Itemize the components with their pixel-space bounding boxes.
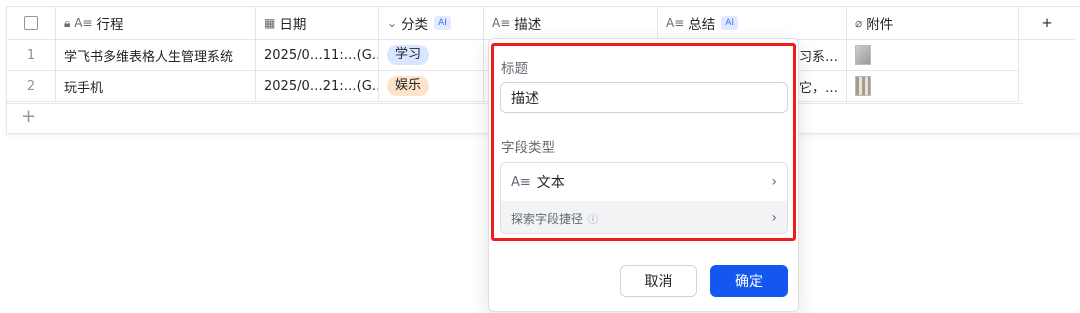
lock-text-icon: 🔒︎ A≡ [64, 15, 93, 30]
ai-badge: AI [434, 16, 451, 30]
table-header: 🔒︎ A≡ 行程 ▦ 日期 ⌄ 分类 AI A≡ 描述 A≡ 总结 AI ⌀ 附… [7, 7, 1075, 40]
confirm-button[interactable]: 确定 [710, 265, 788, 297]
attachment-cell[interactable] [847, 71, 1019, 102]
text-icon: A≡ [511, 174, 531, 190]
field-type-select[interactable]: A≡ 文本 › [501, 163, 787, 201]
row-index: 2 [7, 71, 56, 102]
field-title-input[interactable]: 描述 [500, 82, 788, 113]
column-header-attachment[interactable]: ⌀ 附件 [847, 7, 1019, 40]
chevron-right-icon: › [771, 210, 777, 226]
text-icon: A≡ [492, 16, 511, 30]
column-label: 总结 [688, 17, 716, 33]
ai-badge: AI [721, 16, 739, 30]
field-type-value: 文本 [536, 175, 565, 191]
category-cell[interactable]: 娱乐 [379, 71, 484, 102]
add-column-button[interactable]: + [1019, 7, 1075, 40]
column-header-summary[interactable]: A≡ 总结 AI [658, 7, 847, 40]
field-type-label: 字段类型 [501, 140, 555, 156]
field-type-box: A≡ 文本 › 探索字段捷径 ⓘ › [500, 162, 788, 234]
date-cell[interactable]: 2025/0…11:…(G… [256, 40, 379, 71]
row-index: 1 [7, 40, 56, 71]
chevron-right-icon: › [771, 174, 777, 190]
title-label: 标题 [501, 61, 528, 77]
cancel-button[interactable]: 取消 [620, 265, 697, 297]
itinerary-cell[interactable]: 学飞书多维表格人生管理系统 [56, 40, 256, 71]
column-label: 日期 [279, 17, 307, 33]
text-icon: A≡ [666, 16, 685, 30]
select-all-checkbox[interactable] [24, 16, 38, 30]
empty-cell [1019, 40, 1075, 71]
paperclip-icon: ⌀ [855, 16, 863, 30]
column-label: 行程 [96, 17, 124, 33]
date-cell[interactable]: 2025/0…21:…(G… [256, 71, 379, 102]
select-all-cell[interactable] [7, 7, 56, 40]
itinerary-cell[interactable]: 玩手机 [56, 71, 256, 102]
column-label: 分类 [401, 17, 429, 33]
category-tag: 娱乐 [387, 76, 430, 96]
summary-text: 习系… [798, 49, 838, 65]
plus-icon: + [21, 106, 37, 127]
column-header-itinerary[interactable]: 🔒︎ A≡ 行程 [56, 7, 256, 40]
calendar-icon: ▦ [264, 16, 276, 30]
category-tag: 学习 [387, 45, 430, 65]
explore-label: 探索字段捷径 [511, 211, 584, 226]
column-label: 描述 [514, 17, 542, 33]
plus-icon: + [1041, 15, 1053, 31]
column-header-description[interactable]: A≡ 描述 [484, 7, 658, 40]
info-icon[interactable]: ⓘ [588, 211, 598, 226]
column-label: 附件 [866, 17, 894, 33]
column-header-date[interactable]: ▦ 日期 [256, 7, 379, 40]
attachment-cell[interactable] [847, 40, 1019, 71]
explore-field-shortcuts[interactable]: 探索字段捷径 ⓘ › [501, 201, 787, 233]
column-header-category[interactable]: ⌄ 分类 AI [379, 7, 484, 40]
attachment-thumbnail[interactable] [855, 76, 871, 96]
select-icon: ⌄ [387, 16, 398, 30]
attachment-thumbnail[interactable] [855, 45, 871, 65]
field-settings-panel: 标题 描述 字段类型 A≡ 文本 › 探索字段捷径 ⓘ › 取消 确定 [488, 38, 799, 312]
summary-text: 它，… [798, 80, 838, 96]
category-cell[interactable]: 学习 [379, 40, 484, 71]
empty-cell [1019, 71, 1075, 102]
